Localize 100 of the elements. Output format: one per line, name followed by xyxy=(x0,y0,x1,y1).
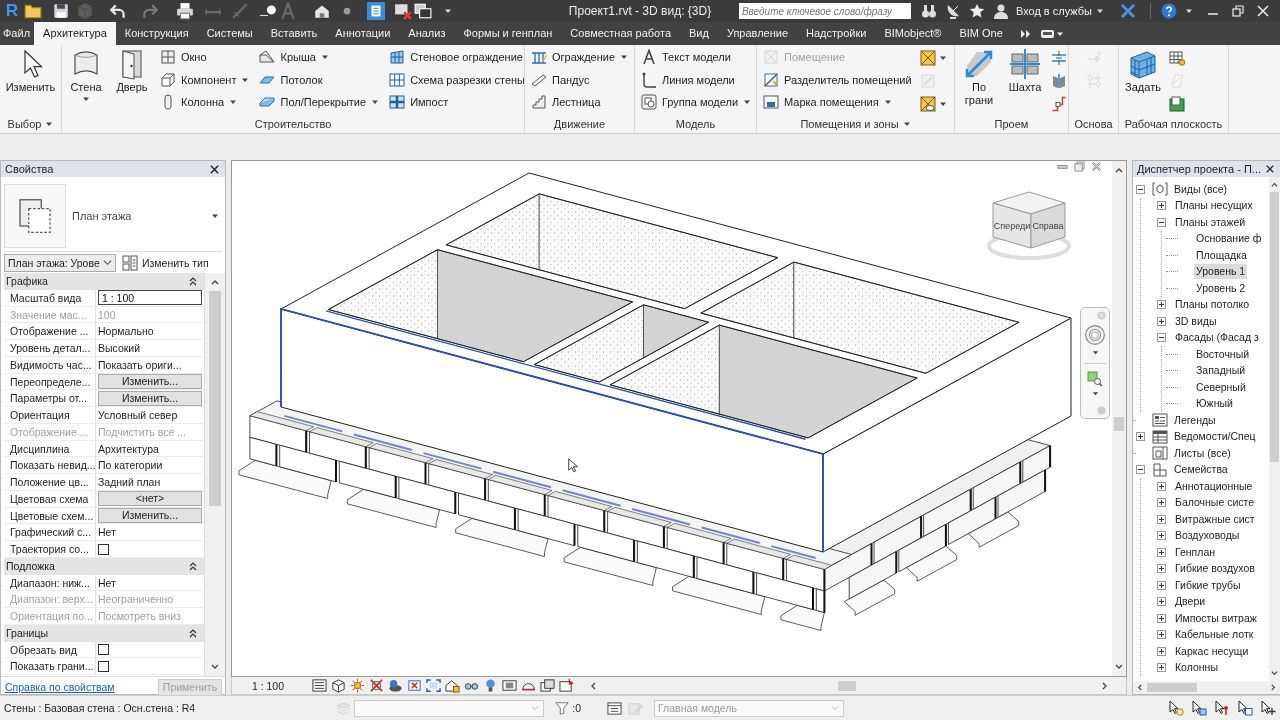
help-icon[interactable] xyxy=(1161,3,1177,19)
icon-tool-button[interactable] xyxy=(919,94,947,113)
ribbon-tab[interactable]: Системы xyxy=(197,22,262,45)
tree-item[interactable]: Западный xyxy=(1194,363,1248,379)
ribbon-tab[interactable]: BIMobject® xyxy=(875,22,951,45)
film-frame-icon[interactable] xyxy=(502,678,517,693)
tool-button[interactable]: Пандус xyxy=(529,68,631,91)
icon-tool-button[interactable] xyxy=(1051,71,1067,90)
scrollbar-thumb[interactable] xyxy=(209,291,221,506)
double-chevron-up-icon[interactable] xyxy=(188,561,198,572)
collapse-icon[interactable] xyxy=(1157,333,1166,343)
expand-icon[interactable] xyxy=(1157,531,1166,541)
collapse-icon[interactable] xyxy=(1157,217,1166,227)
flagged-frame-icon[interactable] xyxy=(559,678,574,693)
thin-lines-icon[interactable] xyxy=(367,2,385,20)
caret-icon[interactable] xyxy=(1185,7,1193,15)
tool-button[interactable]: Линия модели xyxy=(639,68,754,91)
tree-item[interactable]: Южный xyxy=(1194,396,1235,412)
expand-icon[interactable] xyxy=(1157,498,1166,508)
tool-button[interactable]: Задать xyxy=(1123,45,1163,94)
sun-icon[interactable] xyxy=(350,678,365,693)
ribbon-tab[interactable]: Файл xyxy=(0,22,35,45)
window-list-icon[interactable] xyxy=(607,700,622,716)
ribbon-tab[interactable]: BIM One xyxy=(950,22,1012,45)
scrollbar-thumb[interactable] xyxy=(1270,192,1279,462)
scroll-left-icon[interactable] xyxy=(1135,683,1144,692)
double-chevron-right-icon[interactable] xyxy=(1019,28,1032,39)
tool-button[interactable]: Крыша xyxy=(257,46,382,69)
tool-button[interactable]: Группа модели xyxy=(639,91,754,114)
group-header[interactable]: Графика xyxy=(4,273,204,290)
search-field[interactable]: Введите ключевое слово/фразу xyxy=(738,3,911,19)
tool-button[interactable]: Колонна xyxy=(158,91,252,114)
scrollbar-thumb[interactable] xyxy=(1114,417,1124,431)
ribbon-tab[interactable]: Вид xyxy=(680,22,718,45)
edit-button[interactable]: Изменить... xyxy=(98,508,202,523)
bulb-icon[interactable] xyxy=(483,678,498,693)
tree-item[interactable]: Основание ф xyxy=(1194,231,1264,247)
tree-item[interactable]: Воздуховоды xyxy=(1173,528,1242,544)
ribbon-tab[interactable]: Вставить xyxy=(261,22,327,45)
caret-icon[interactable] xyxy=(1096,7,1104,15)
tool-button[interactable]: Лестница xyxy=(529,91,631,114)
checkbox[interactable] xyxy=(98,543,109,555)
ribbon-tab[interactable]: Архитектура xyxy=(34,22,116,45)
tree-item[interactable]: Двери xyxy=(1173,594,1208,610)
checkbox[interactable] xyxy=(98,660,109,672)
expand-icon[interactable] xyxy=(1157,481,1166,491)
tool-button[interactable]: Дверь xyxy=(112,45,152,94)
tree-item[interactable]: Виды (все) xyxy=(1172,181,1229,197)
tool-button[interactable]: Потолок xyxy=(257,68,382,91)
caret-icon[interactable] xyxy=(444,7,452,15)
icon-tool-button[interactable] xyxy=(1051,48,1067,67)
tree-item[interactable]: Ведомости/Спец xyxy=(1172,429,1258,445)
frame-corners-icon[interactable] xyxy=(426,678,441,693)
tool-button[interactable]: Компонент xyxy=(158,68,252,91)
expand-icon[interactable] xyxy=(1157,646,1166,656)
ribbon-tab[interactable]: Формы и генплан xyxy=(454,22,562,45)
scrollbar-thumb[interactable] xyxy=(1147,683,1197,692)
expand-icon[interactable] xyxy=(1157,580,1166,590)
expand-icon[interactable] xyxy=(1157,564,1166,574)
close-windows-icon[interactable] xyxy=(394,2,412,20)
crossed-circle-icon[interactable] xyxy=(369,678,384,693)
tool-button[interactable]: Импост xyxy=(387,91,524,114)
scroll-up-icon[interactable] xyxy=(1270,180,1279,189)
horizontal-scrollbar[interactable] xyxy=(1133,681,1280,694)
edit-type-button[interactable]: Изменить тип xyxy=(120,254,211,271)
expand-icon[interactable] xyxy=(1157,316,1166,326)
tree-item[interactable]: Импосты витраж xyxy=(1173,610,1259,626)
expand-icon[interactable] xyxy=(1157,300,1166,310)
icon-tool-button[interactable] xyxy=(1051,94,1067,113)
help-link[interactable]: Справка по свойствам xyxy=(5,681,115,693)
panel-title[interactable]: Выбор xyxy=(7,118,54,130)
ribbon-tab[interactable]: Аннотации xyxy=(326,22,400,45)
type-selector[interactable]: План этажа xyxy=(4,181,222,252)
crossed-frame-icon[interactable] xyxy=(407,678,422,693)
cross-logo-icon[interactable] xyxy=(1120,3,1136,19)
vertical-scrollbar[interactable] xyxy=(1112,161,1126,676)
tool-button[interactable]: Схема разрезки стены xyxy=(387,68,524,91)
icon-tool-button[interactable] xyxy=(1169,48,1185,67)
tree-item[interactable]: Семейства xyxy=(1172,462,1230,478)
ribbon-tab[interactable]: Конструкция xyxy=(115,22,198,45)
app-logo[interactable]: R xyxy=(0,0,24,22)
edit-button[interactable]: Изменить... xyxy=(98,390,202,406)
tree-item[interactable]: Колонны xyxy=(1173,660,1220,676)
options-dot-icon[interactable] xyxy=(1097,406,1106,415)
tool-button[interactable]: Стеновое ограждение xyxy=(387,46,524,69)
folder-icon[interactable] xyxy=(24,2,42,20)
tool-button[interactable]: По грани xyxy=(959,45,999,107)
view-scale[interactable]: 1 : 100 xyxy=(238,679,298,692)
tree-item[interactable]: Гибкие трубы xyxy=(1173,577,1243,593)
tree-item[interactable]: Аннотационные xyxy=(1173,478,1255,494)
pointer-grid-icon[interactable] xyxy=(1191,700,1207,716)
edit-button[interactable]: Изменить... xyxy=(98,374,202,389)
pointer-ring-icon[interactable] xyxy=(1168,700,1184,716)
tree-item[interactable]: Генплан xyxy=(1173,544,1218,560)
tree-item[interactable]: Площадка xyxy=(1194,247,1249,263)
ribbon-tab[interactable]: Совместная работа xyxy=(561,22,680,45)
cube-face-label[interactable]: Справа xyxy=(1032,221,1064,231)
tool-button[interactable]: Стена xyxy=(66,45,106,103)
tree-item[interactable]: 3D виды xyxy=(1173,313,1219,329)
tree-item[interactable]: Восточный xyxy=(1194,346,1252,362)
